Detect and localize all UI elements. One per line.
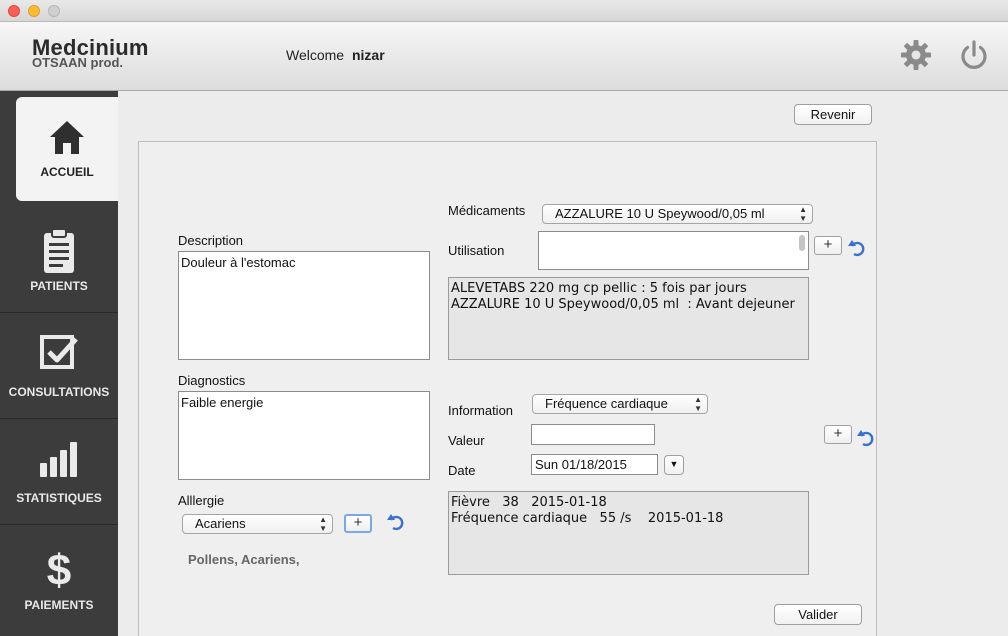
sidebar-item-label: CONSULTATIONS — [8, 385, 110, 399]
information-label: Information — [448, 403, 514, 418]
date-field[interactable]: Sun 01/18/2015 — [531, 454, 658, 475]
undo-icon[interactable] — [386, 512, 406, 532]
diagnostics-label: Diagnostics — [178, 373, 246, 388]
sidebar-item-paiements[interactable]: $ PAIEMENTS — [0, 525, 118, 631]
chevron-down-icon: ▼ — [669, 459, 679, 469]
minimize-window-button[interactable] — [28, 5, 40, 17]
welcome-label: Welcome — [286, 47, 345, 63]
medications-label: Médicaments — [448, 203, 526, 218]
medication-select-value: AZZALURE 10 U Speywood/0,05 ml — [555, 206, 765, 221]
home-icon — [50, 121, 84, 154]
usage-textarea[interactable] — [538, 231, 809, 270]
back-button[interactable]: Revenir — [794, 104, 872, 125]
add-medication-button[interactable]: + — [814, 236, 842, 255]
app-header: Medcinium OTSAAN prod. Welcome nizar — [0, 22, 1008, 91]
description-label: Description — [178, 233, 244, 248]
information-select-value: Fréquence cardiaque — [545, 396, 668, 411]
prescriptions-list[interactable]: ALEVETABS 220 mg cp pellic : 5 fois par … — [448, 277, 809, 360]
list-item[interactable]: Fréquence cardiaque 55 /s 2015-01-18 — [451, 511, 806, 527]
usage-scrollbar[interactable] — [799, 235, 805, 251]
date-picker-button[interactable]: ▼ — [664, 455, 684, 475]
list-item[interactable]: AZZALURE 10 U Speywood/0,05 ml : Avant d… — [451, 297, 806, 313]
power-icon[interactable] — [957, 38, 991, 72]
sidebar-item-label: PAIEMENTS — [24, 598, 94, 612]
list-item[interactable]: Fièvre 38 2015-01-18 — [451, 495, 806, 511]
svg-text:$: $ — [47, 546, 71, 595]
clipboard-icon — [44, 228, 74, 273]
undo-icon[interactable] — [847, 238, 867, 258]
welcome-message: Welcome nizar — [286, 47, 385, 63]
checkbox-icon — [40, 335, 78, 369]
add-allergy-button[interactable]: + — [344, 514, 372, 533]
date-label: Date — [448, 463, 476, 478]
sidebar-item-statistiques[interactable]: STATISTIQUES — [0, 419, 118, 525]
allergy-label: Alllergie — [178, 493, 225, 508]
value-input[interactable] — [531, 424, 655, 445]
usage-label: Utilisation — [448, 243, 505, 258]
submit-button[interactable]: Valider — [774, 604, 862, 625]
measurements-list[interactable]: Fièvre 38 2015-01-18 Fréquence cardiaque… — [448, 491, 809, 575]
select-arrows-icon: ▲ ▼ — [319, 515, 327, 533]
zoom-window-button[interactable] — [48, 5, 60, 17]
add-measurement-button[interactable]: + — [824, 425, 852, 444]
allergy-select[interactable]: Acariens ▲ ▼ — [182, 514, 333, 534]
sidebar-item-patients[interactable]: PATIENTS — [0, 207, 118, 313]
undo-icon[interactable] — [856, 428, 876, 448]
consultation-form: Description Douleur à l'estomac Diagnost… — [138, 141, 877, 636]
gear-icon[interactable] — [899, 38, 933, 72]
close-window-button[interactable] — [8, 5, 20, 17]
main-content: Revenir Description Douleur à l'estomac … — [118, 91, 1008, 636]
sidebar-item-label: STATISTIQUES — [16, 491, 102, 505]
window-titlebar — [0, 0, 1008, 22]
brand: Medcinium OTSAAN prod. — [32, 36, 149, 70]
bar-chart-icon — [40, 442, 77, 477]
select-arrows-icon: ▲ ▼ — [799, 205, 807, 223]
description-textarea[interactable]: Douleur à l'estomac — [178, 251, 430, 360]
dollar-icon: $ — [47, 546, 71, 595]
sidebar-item-label: PATIENTS — [30, 279, 88, 293]
information-select[interactable]: Fréquence cardiaque ▲ ▼ — [532, 394, 708, 414]
value-label: Valeur — [448, 433, 485, 448]
list-item[interactable]: ALEVETABS 220 mg cp pellic : 5 fois par … — [451, 281, 806, 297]
username: nizar — [351, 47, 385, 63]
allergy-list: Pollens, Acariens, — [188, 552, 300, 567]
allergy-select-value: Acariens — [195, 516, 246, 531]
sidebar: ACCUEIL PATIENTS CONSULTATIONS STATISTIQ… — [0, 91, 118, 636]
sidebar-item-label: ACCUEIL — [40, 165, 94, 179]
diagnostics-textarea[interactable]: Faible energie — [178, 391, 430, 480]
medication-select[interactable]: AZZALURE 10 U Speywood/0,05 ml ▲ ▼ — [542, 204, 813, 224]
select-arrows-icon: ▲ ▼ — [694, 395, 702, 413]
sidebar-item-consultations[interactable]: CONSULTATIONS — [0, 313, 118, 419]
sidebar-item-accueil[interactable]: ACCUEIL — [16, 97, 118, 201]
